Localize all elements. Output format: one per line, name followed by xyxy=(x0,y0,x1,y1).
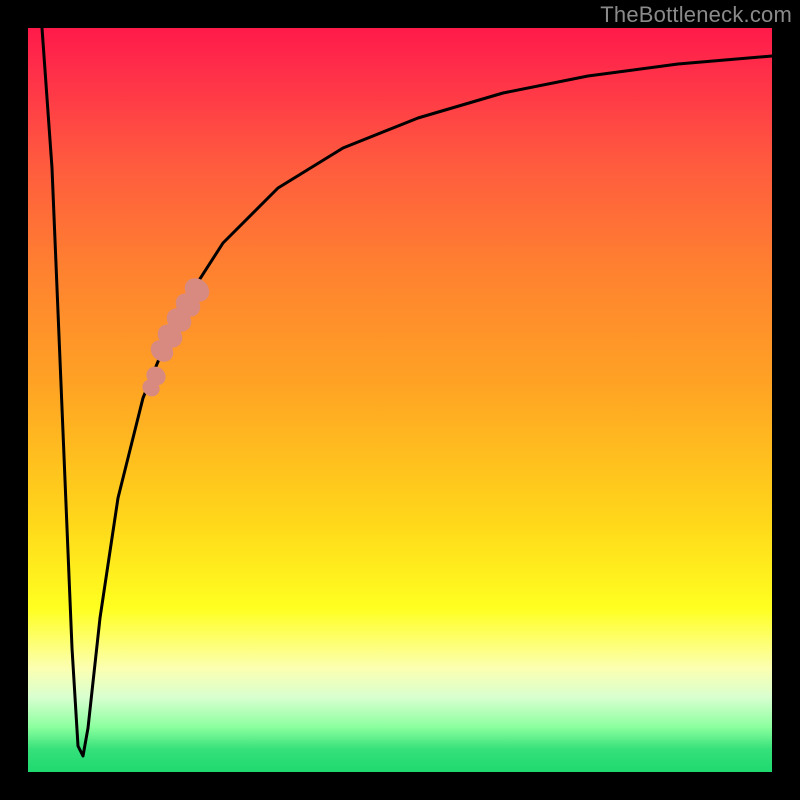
highlight-markers xyxy=(139,273,214,400)
curve-overlay xyxy=(28,28,772,772)
plot-area xyxy=(28,28,772,772)
attribution-text: TheBottleneck.com xyxy=(600,2,792,28)
chart-frame: TheBottleneck.com xyxy=(0,0,800,800)
